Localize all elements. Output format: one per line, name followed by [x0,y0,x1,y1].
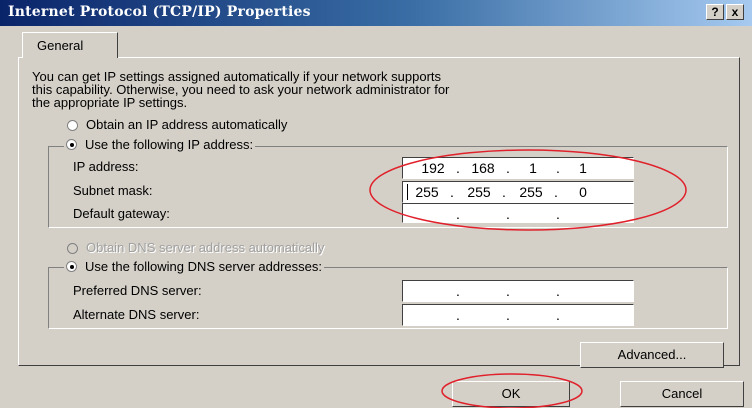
subnet-mask-label: Subnet mask: [73,183,153,198]
obtain-dns-auto-radio[interactable] [67,243,78,254]
octet: 1 [529,160,537,176]
alternate-dns-label: Alternate DNS server: [73,307,200,322]
use-following-dns-radio[interactable] [66,261,77,272]
octet: 255 [467,184,491,200]
preferred-dns-label: Preferred DNS server: [73,283,202,298]
ip-address-label: IP address: [73,159,139,174]
ip-address-field[interactable]: 192 . 168 . 1 . 1 [402,157,634,179]
tab-general[interactable]: General [22,32,118,58]
octet: 255 [519,184,543,200]
obtain-ip-auto-radio[interactable] [67,120,78,131]
ok-button[interactable]: OK [452,381,570,407]
octet: 0 [579,184,587,200]
default-gateway-field[interactable]: . . . [402,203,634,223]
octet: 255 [415,184,439,200]
cancel-button[interactable]: Cancel [620,381,744,407]
tcpip-properties-dialog: Internet Protocol (TCP/IP) Properties ? … [0,0,752,408]
help-button[interactable]: ? [706,4,724,20]
use-dns-legend[interactable]: Use the following DNS server addresses: [64,259,324,274]
subnet-mask-field[interactable]: 255 . 255 . 255 . 0 [402,181,634,203]
default-gateway-label: Default gateway: [73,206,170,221]
use-following-ip-radio[interactable] [66,139,77,150]
use-following-ip-label: Use the following IP address: [85,137,254,152]
use-ip-legend[interactable]: Use the following IP address: [64,137,256,152]
title-bar[interactable]: Internet Protocol (TCP/IP) Properties ? … [0,0,752,26]
use-following-dns-label: Use the following DNS server addresses: [85,259,322,274]
octet: 1 [579,160,587,176]
close-button[interactable]: x [726,4,744,20]
octet: 192 [421,160,445,176]
tab-general-label: General [37,38,84,53]
preferred-dns-field[interactable]: . . . [402,280,634,302]
description-line: the appropriate IP settings. [32,95,188,110]
obtain-dns-auto-label: Obtain DNS server address automatically [86,240,325,255]
obtain-ip-auto-label: Obtain an IP address automatically [86,117,288,132]
description-text: You can get IP settings assigned automat… [32,70,722,109]
advanced-button[interactable]: Advanced... [580,342,724,368]
octet: 168 [471,160,495,176]
alternate-dns-field[interactable]: . . . [402,304,634,326]
window-title: Internet Protocol (TCP/IP) Properties [8,4,311,20]
